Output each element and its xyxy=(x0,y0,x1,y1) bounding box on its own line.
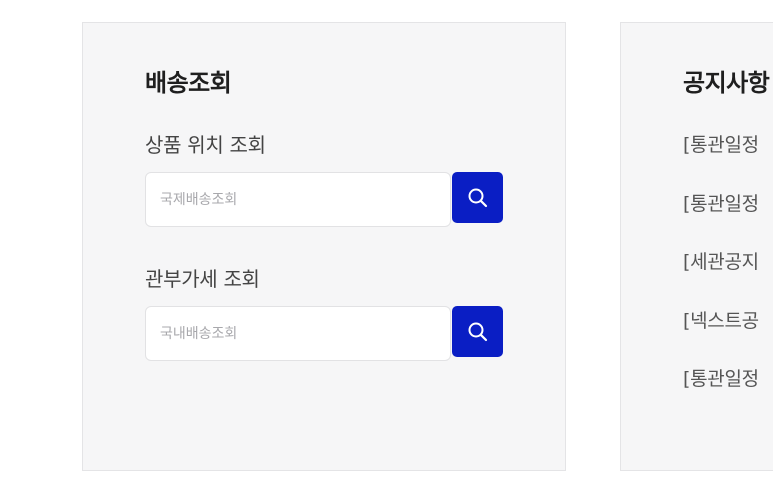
search-icon xyxy=(468,322,487,341)
domestic-tracking-input[interactable] xyxy=(145,306,451,361)
notice-item[interactable]: [통관일정 xyxy=(683,130,759,189)
international-tracking-input[interactable] xyxy=(145,172,451,227)
international-search-row xyxy=(145,172,503,227)
domestic-search-button[interactable] xyxy=(452,306,503,357)
delivery-title: 배송조회 xyxy=(145,69,232,97)
page: 배송조회 상품 위치 조회 관부가세 조회 공지사항 xyxy=(0,0,773,495)
notice-panel: 공지사항 [통관일정 [통관일정 [세관공지 [넥스트공 [통관일정 xyxy=(620,22,773,471)
domestic-search-row xyxy=(145,306,503,361)
notice-title: 공지사항 xyxy=(683,69,770,97)
delivery-panel: 배송조회 상품 위치 조회 관부가세 조회 xyxy=(82,22,566,471)
notice-item[interactable]: [통관일정 xyxy=(683,189,759,248)
customs-lookup-label: 관부가세 조회 xyxy=(145,267,260,291)
notice-item[interactable]: [넥스트공 xyxy=(683,306,759,365)
international-search-button[interactable] xyxy=(452,172,503,223)
product-lookup-label: 상품 위치 조회 xyxy=(145,133,266,157)
search-icon xyxy=(468,188,487,207)
notice-item[interactable]: [세관공지 xyxy=(683,247,759,306)
notice-list: [통관일정 [통관일정 [세관공지 [넥스트공 [통관일정 xyxy=(683,130,759,423)
notice-item[interactable]: [통관일정 xyxy=(683,364,759,423)
